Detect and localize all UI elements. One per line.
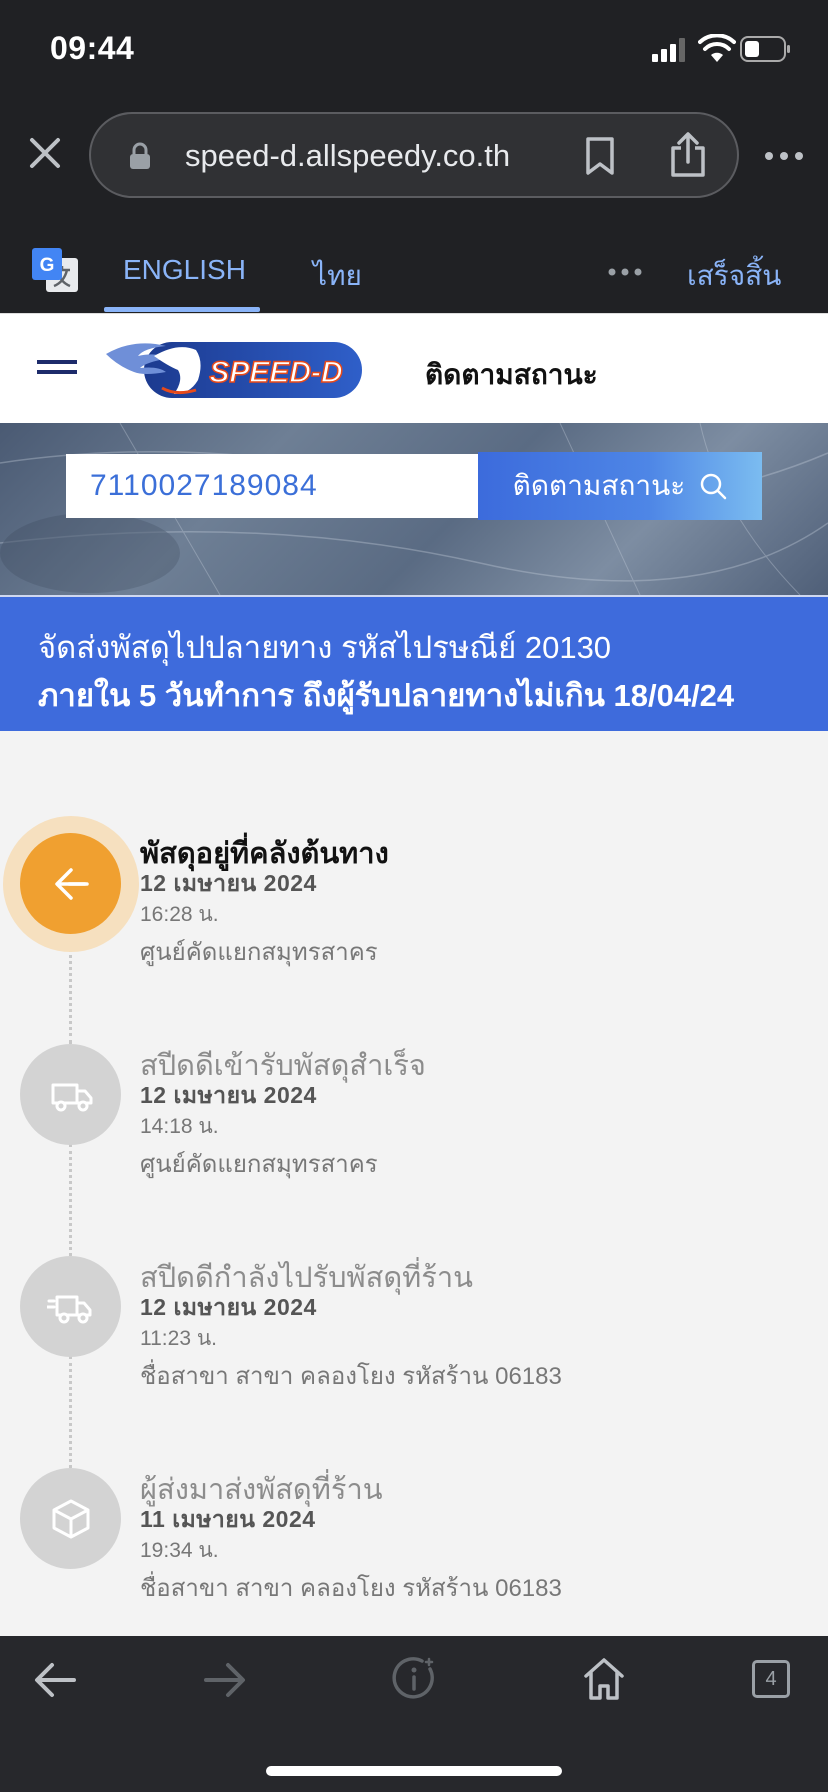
timeline-step-time: 19:34 น. (140, 1539, 219, 1562)
lock-icon (130, 142, 150, 169)
google-translate-icon: G (32, 248, 78, 292)
forward-arrow-icon[interactable] (202, 1660, 248, 1700)
arrow-left-icon (54, 867, 89, 900)
tab-switcher-button[interactable]: 4 (752, 1660, 790, 1698)
home-indicator (266, 1766, 562, 1776)
tracking-number-input[interactable] (66, 454, 478, 518)
timeline-step-date: 12 เมษายน 2024 (140, 870, 317, 896)
timeline-step-location: ศูนย์คัดแยกสมุทรสาคร (140, 1151, 378, 1178)
timeline-step-location: ศูนย์คัดแยกสมุทรสาคร (140, 939, 378, 966)
translate-done-button[interactable]: เสร็จสิ้น (687, 254, 781, 298)
battery-icon (740, 36, 790, 62)
share-icon[interactable] (668, 132, 708, 178)
back-arrow-icon[interactable] (32, 1660, 78, 1700)
hamburger-menu-icon[interactable] (37, 358, 77, 376)
translate-more-icon[interactable] (608, 268, 642, 276)
timeline-connector (69, 936, 72, 1044)
track-status-button-label: ติดตามสถานะ (512, 470, 686, 501)
active-language-indicator (104, 307, 260, 312)
speed-d-logo[interactable]: SPEED-D (104, 336, 366, 402)
header-title: ติดตามสถานะ (425, 359, 598, 390)
timeline-connector (69, 1356, 72, 1468)
timeline-step-icon (20, 1044, 121, 1145)
truck-icon (51, 1083, 92, 1111)
fast-truck-icon (46, 1295, 91, 1323)
page-info-icon[interactable] (392, 1656, 438, 1702)
close-tab-icon[interactable] (24, 132, 66, 174)
timeline-step-icon (20, 833, 121, 934)
timeline-step-date: 11 เมษายน 2024 (140, 1506, 316, 1532)
timeline-step-location: ชื่อสาขา สาขา คลองโยง รหัสร้าน 06183 (140, 1575, 562, 1602)
timeline-step-location: ชื่อสาขา สาขา คลองโยง รหัสร้าน 06183 (140, 1363, 562, 1390)
timeline-step-time: 11:23 น. (140, 1327, 218, 1350)
timeline-step-icon (20, 1256, 121, 1357)
box-icon (52, 1499, 89, 1538)
more-options-icon[interactable] (764, 150, 804, 162)
home-icon[interactable] (582, 1656, 626, 1702)
cellular-signal-icon (652, 38, 685, 62)
timeline-step-time: 16:28 น. (140, 903, 219, 926)
url-text[interactable]: speed-d.allspeedy.co.th (185, 138, 510, 174)
banner-deadline-text: ภายใน 5 วันทำการ ถึงผู้รับปลายทางไม่เกิน… (38, 678, 735, 713)
timeline-step-time: 14:18 น. (140, 1115, 219, 1138)
status-time: 09:44 (50, 30, 135, 66)
tab-thai[interactable]: ไทย (313, 254, 362, 298)
wifi-icon (698, 34, 736, 62)
svg-text:SPEED-D: SPEED-D (209, 356, 342, 389)
timeline-step-date: 12 เมษายน 2024 (140, 1294, 317, 1320)
track-status-button[interactable]: ติดตามสถานะ (478, 452, 762, 520)
svg-text:G: G (40, 255, 55, 276)
timeline-connector (69, 1144, 72, 1256)
banner-postal-text: จัดส่งพัสดุไปปลายทาง รหัสไปรษณีย์ 20130 (38, 630, 612, 665)
tab-english[interactable]: ENGLISH (123, 254, 246, 286)
search-icon (701, 473, 727, 500)
timeline-step-icon (20, 1468, 121, 1569)
bookmark-icon[interactable] (583, 136, 617, 176)
timeline-step-date: 12 เมษายน 2024 (140, 1082, 317, 1108)
